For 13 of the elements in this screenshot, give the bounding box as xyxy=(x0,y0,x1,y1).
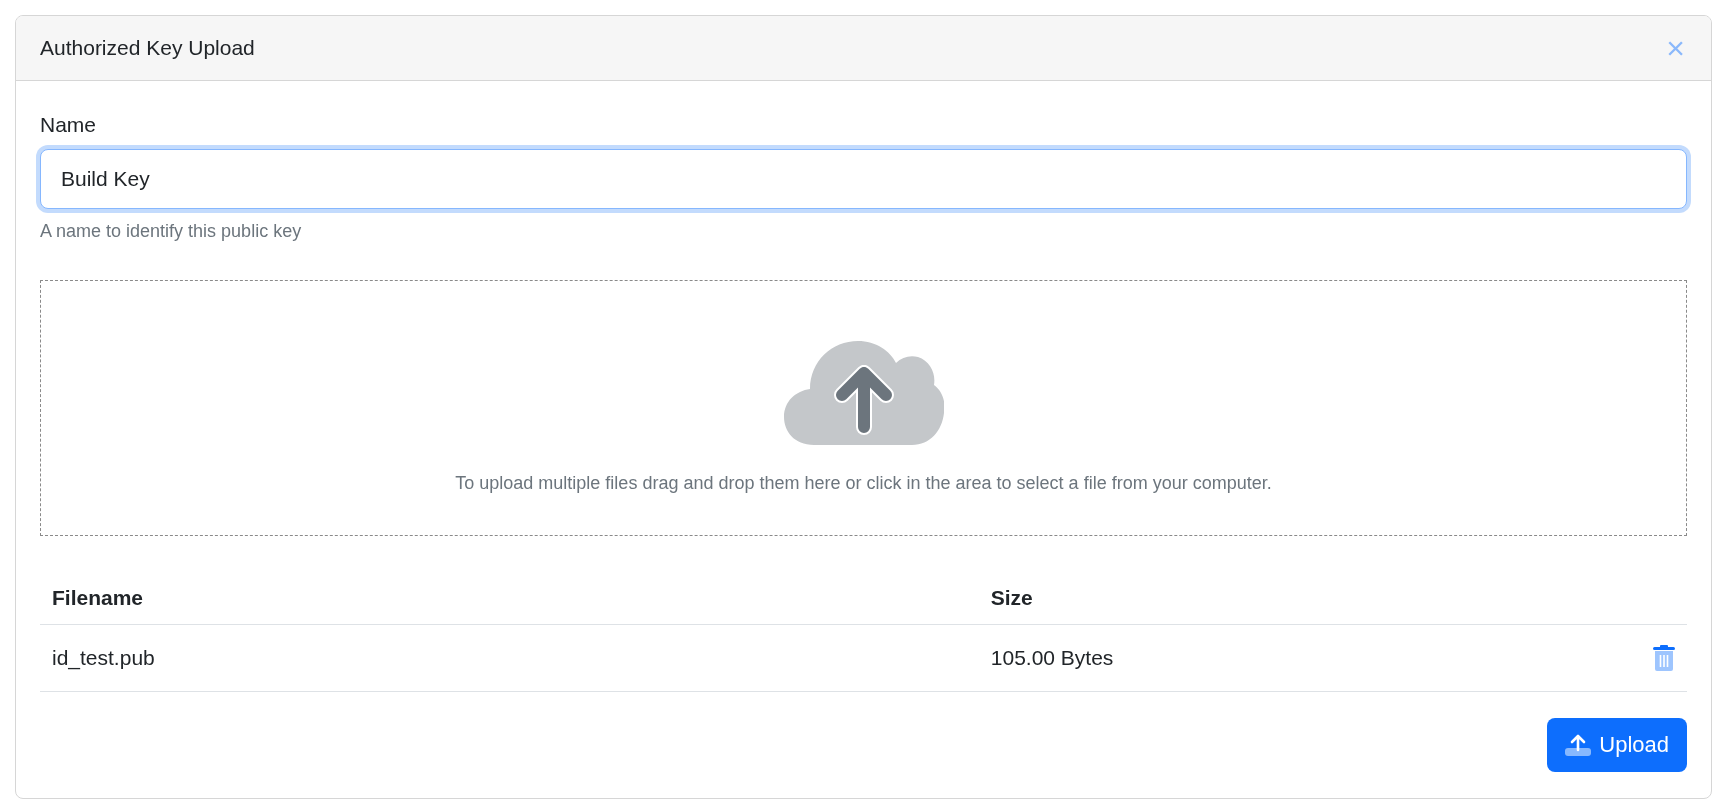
column-header: Filename xyxy=(40,572,979,625)
filename-cell: id_test.pub xyxy=(40,624,979,692)
drop-zone[interactable]: To upload multiple files drag and drop them here or click in the area to select a file from your computer. xyxy=(40,280,1687,536)
upload-icon xyxy=(1565,733,1592,758)
drop-zone-instructions: To upload multiple files drag and drop them here or click in the area to select a file from your computer. xyxy=(455,472,1272,494)
trash-icon[interactable] xyxy=(1653,645,1675,672)
upload-button[interactable]: Upload xyxy=(1547,718,1687,773)
size-cell: 105.00 Bytes xyxy=(978,624,1603,692)
help-text: A name to identify this public key xyxy=(40,221,303,242)
name-input-field[interactable]: Build Key xyxy=(40,149,1687,209)
column-header: Size xyxy=(978,572,1603,625)
field-label: Name xyxy=(40,113,98,137)
dialog-title: Authorized Key Upload xyxy=(40,36,255,60)
